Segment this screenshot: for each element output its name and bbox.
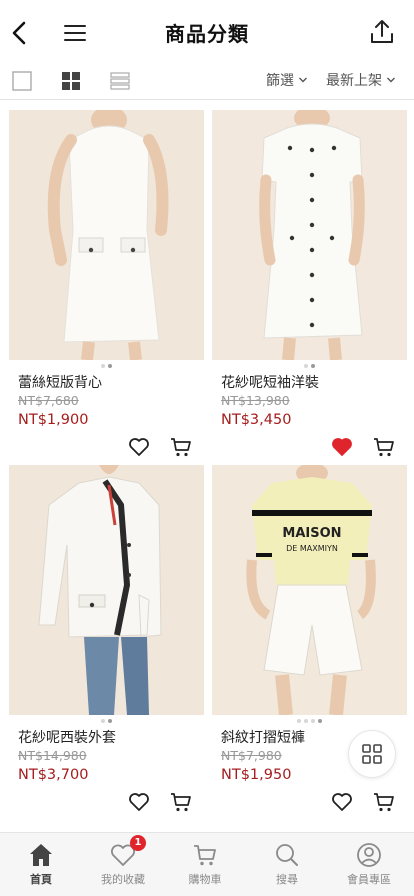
heart-outline-icon — [129, 438, 149, 456]
search-icon — [276, 844, 298, 866]
pleated-shorts-photo: MAISON DE MAXMIYN — [212, 465, 407, 715]
heart-filled-icon — [332, 438, 352, 456]
single-view-toggle[interactable] — [11, 70, 33, 92]
view-toolbar: 篩選 最新上架 — [0, 64, 414, 100]
sale-price: NT$1,950 — [221, 767, 292, 783]
lace-vest-photo — [9, 110, 204, 360]
tab-cart[interactable]: 購物車 — [164, 833, 246, 896]
filter-label: 篩選 — [266, 73, 294, 89]
favorites-count-badge: 1 — [130, 835, 146, 851]
tab-label: 首頁 — [30, 873, 52, 886]
tab-label: 購物車 — [188, 873, 222, 886]
home-icon — [30, 844, 52, 866]
sort-label: 最新上架 — [326, 73, 382, 89]
tab-member[interactable]: 會員專區 — [328, 833, 410, 896]
image-pager — [212, 717, 407, 725]
sale-price: NT$1,900 — [18, 412, 89, 428]
cart-icon — [171, 438, 191, 457]
product-image[interactable] — [9, 465, 204, 715]
product-image[interactable] — [9, 110, 204, 360]
tab-label: 我的收藏 — [101, 873, 145, 886]
svg-text:DE MAXMIYN: DE MAXMIYN — [286, 544, 338, 553]
image-pager — [9, 362, 204, 370]
original-price: NT$14,980 — [18, 748, 87, 763]
product-image[interactable]: MAISON DE MAXMIYN — [212, 465, 407, 715]
add-to-cart-button[interactable] — [372, 435, 396, 459]
grid-icon — [62, 72, 80, 90]
cart-icon — [374, 438, 394, 457]
favorite-button[interactable] — [127, 435, 151, 459]
menu-button[interactable] — [62, 20, 88, 46]
hamburger-icon — [64, 25, 86, 41]
add-to-cart-button[interactable] — [372, 790, 396, 814]
cart-icon — [374, 793, 394, 812]
chevron-left-icon — [12, 21, 26, 45]
product-name[interactable]: 蕾絲短版背心 — [18, 372, 102, 392]
add-to-cart-button[interactable] — [169, 435, 193, 459]
tweed-dress-photo — [212, 110, 407, 360]
original-price: NT$7,980 — [221, 748, 282, 763]
bottom-tab-bar: 首頁 1 我的收藏 購物車 搜尋 會員專區 — [0, 832, 414, 896]
product-image[interactable] — [212, 110, 407, 360]
app-header: 商品分類 — [0, 0, 414, 64]
image-pager — [9, 717, 204, 725]
heart-outline-icon — [332, 793, 352, 811]
chevron-down-icon — [299, 77, 307, 83]
original-price: NT$7,680 — [18, 393, 79, 408]
tab-home[interactable]: 首頁 — [0, 833, 82, 896]
image-pager — [212, 362, 407, 370]
svg-text:MAISON: MAISON — [282, 526, 341, 541]
tab-search[interactable]: 搜尋 — [246, 833, 328, 896]
tweed-jacket-photo — [9, 465, 204, 715]
square-icon — [12, 71, 32, 91]
product-name[interactable]: 花紗呢西裝外套 — [18, 727, 116, 747]
sale-price: NT$3,700 — [18, 767, 89, 783]
user-icon — [357, 843, 381, 867]
favorite-button[interactable] — [330, 790, 354, 814]
sale-price: NT$3,450 — [221, 412, 292, 428]
original-price: NT$13,980 — [221, 393, 290, 408]
cart-icon — [194, 845, 216, 866]
back-button[interactable] — [6, 18, 32, 48]
list-icon — [110, 72, 130, 90]
share-button[interactable] — [368, 18, 396, 46]
sort-dropdown[interactable]: 最新上架 — [326, 70, 396, 90]
tab-favorites[interactable]: 1 我的收藏 — [82, 833, 164, 896]
list-view-toggle[interactable] — [109, 70, 131, 92]
chevron-down-icon — [387, 77, 395, 83]
product-name[interactable]: 花紗呢短袖洋裝 — [221, 372, 319, 392]
favorite-button[interactable] — [127, 790, 151, 814]
add-to-cart-button[interactable] — [169, 790, 193, 814]
tab-label: 搜尋 — [276, 873, 298, 886]
favorite-button[interactable] — [330, 435, 354, 459]
category-grid-icon — [362, 744, 382, 764]
category-grid-button[interactable] — [348, 730, 396, 778]
grid-view-toggle[interactable] — [60, 70, 82, 92]
heart-outline-icon — [129, 793, 149, 811]
filter-dropdown[interactable]: 篩選 — [266, 70, 308, 90]
cart-icon — [171, 793, 191, 812]
product-name[interactable]: 斜紋打摺短褲 — [221, 727, 305, 747]
tab-label: 會員專區 — [347, 873, 391, 886]
share-icon — [371, 20, 393, 43]
